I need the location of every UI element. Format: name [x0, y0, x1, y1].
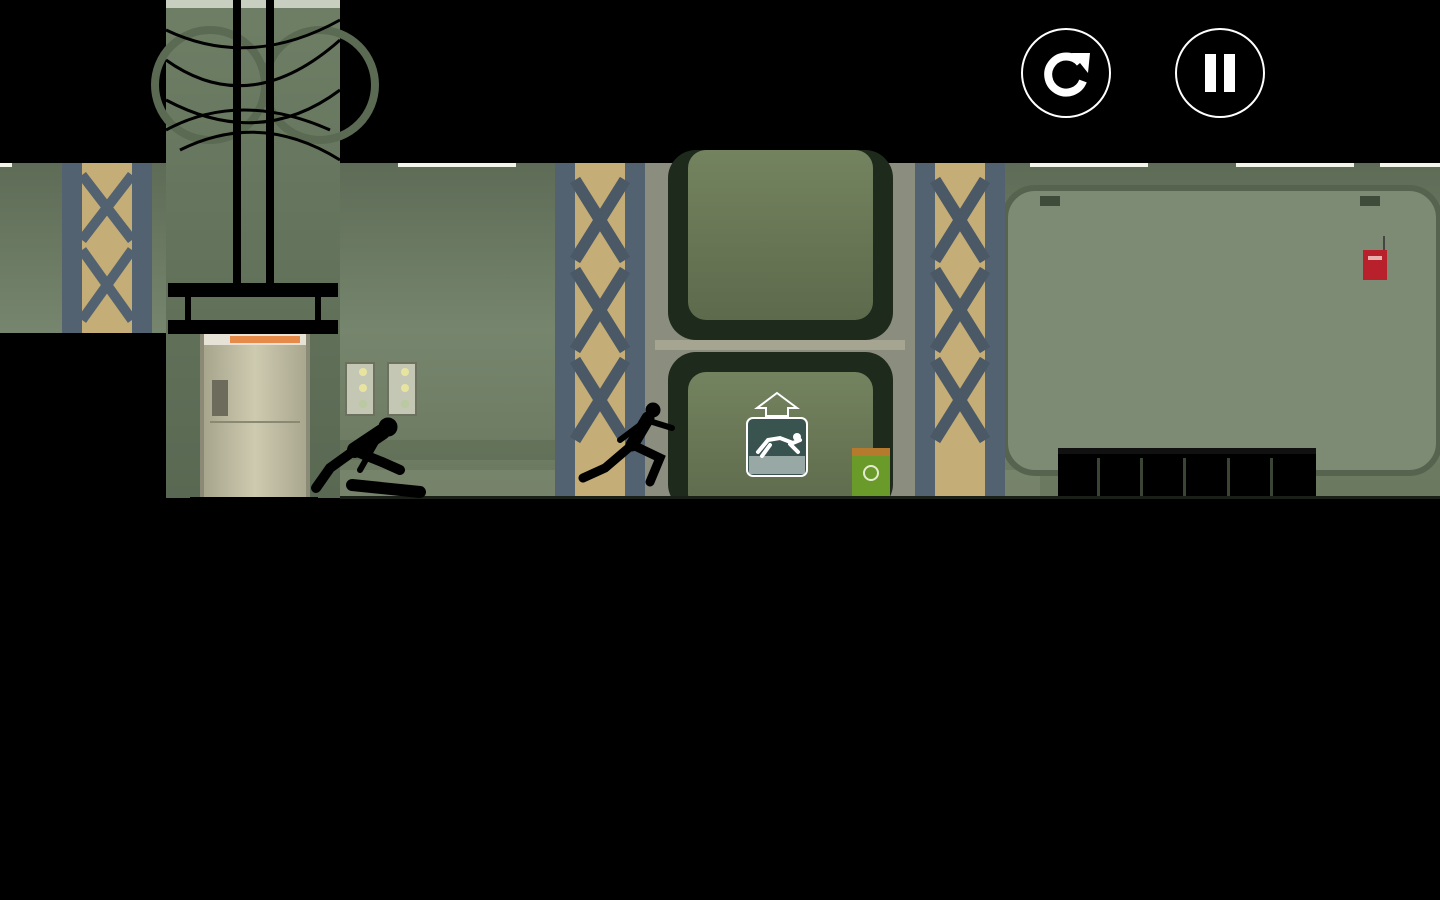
steel-strut	[915, 163, 1005, 498]
floor	[0, 498, 1440, 900]
hazard-barrel	[852, 448, 890, 498]
restart-button[interactable]	[1021, 28, 1111, 118]
steel-strut	[62, 163, 152, 333]
restart-icon	[1044, 52, 1090, 97]
game-scene	[0, 0, 1440, 900]
pause-icon	[1205, 54, 1235, 92]
crate-row	[1058, 448, 1316, 498]
pause-button[interactable]	[1175, 28, 1265, 118]
